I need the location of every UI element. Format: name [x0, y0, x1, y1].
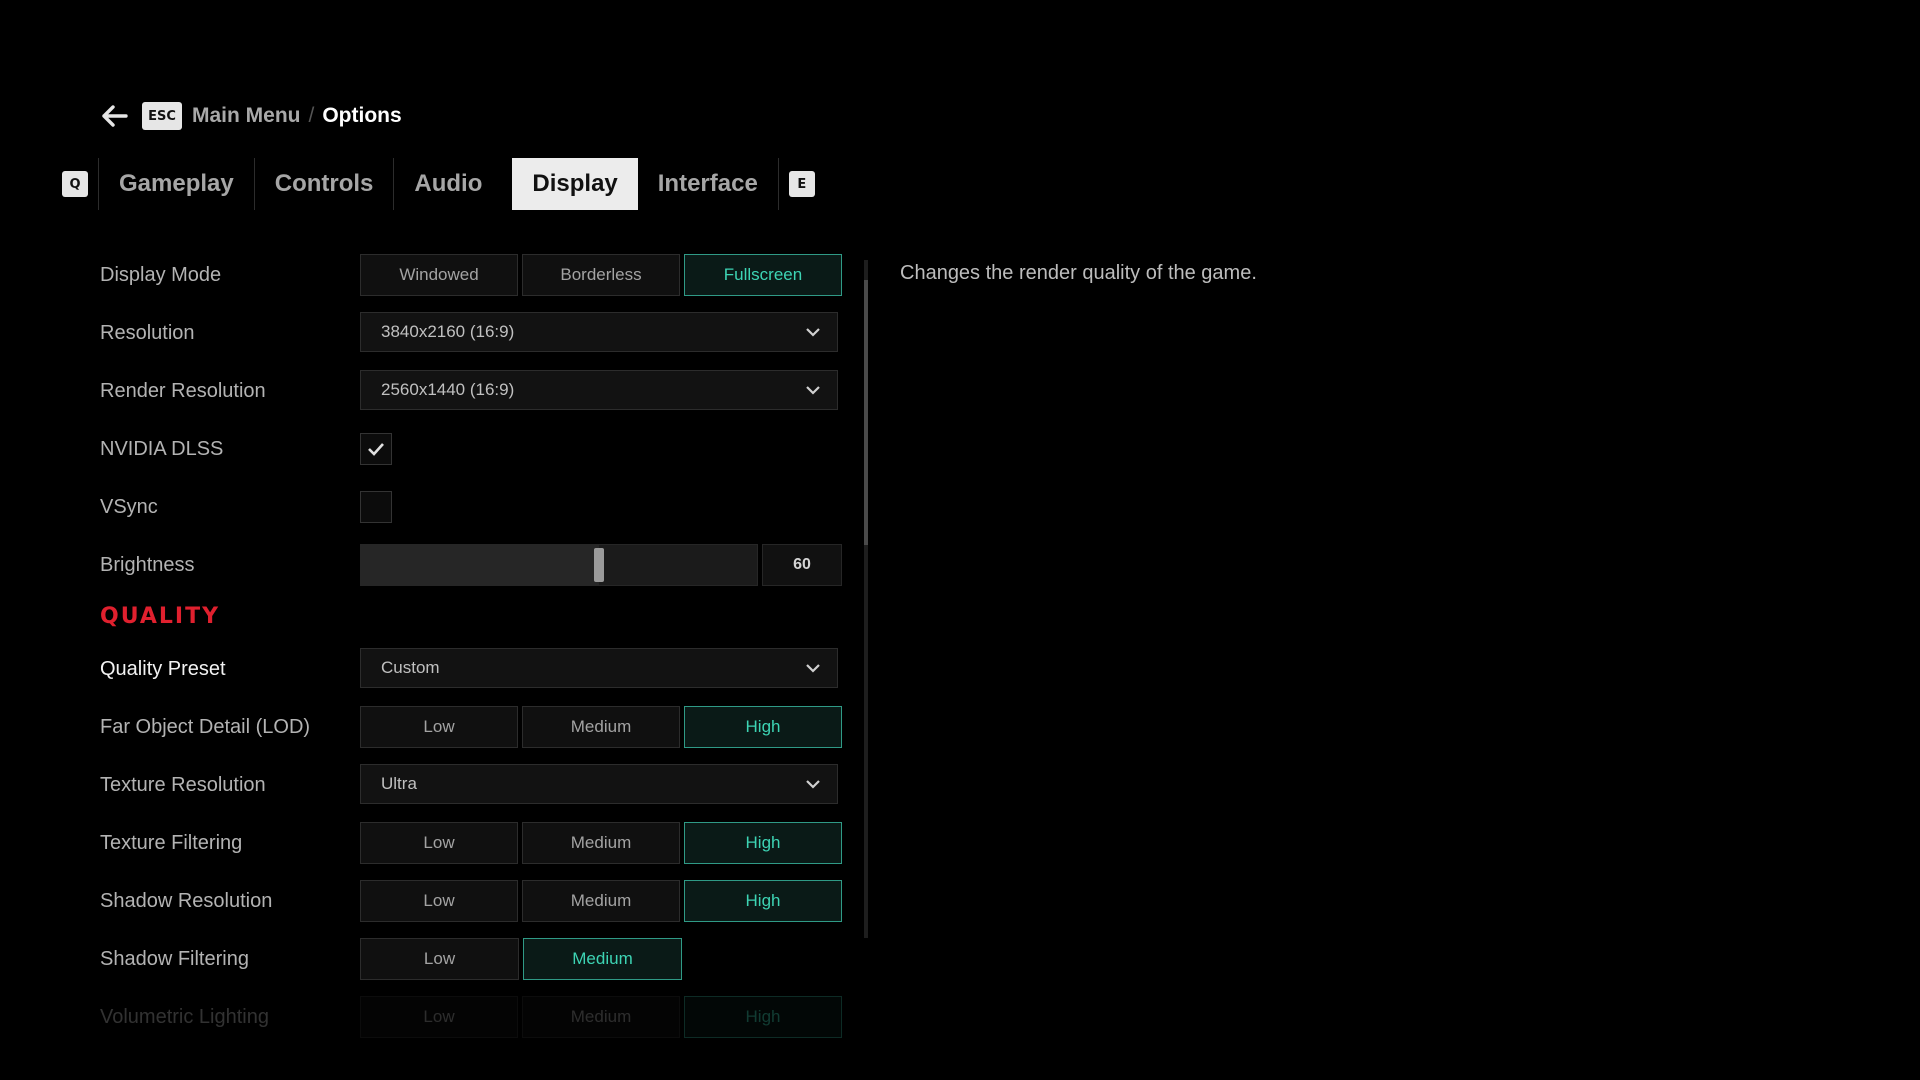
setting-texture-resolution: Texture Resolution Ultra [100, 764, 842, 806]
shadow-filtering-selector: Low Medium [360, 938, 842, 980]
breadcrumb-separator: / [308, 104, 315, 127]
option-low[interactable]: Low [360, 880, 518, 922]
setting-far-object-detail: Far Object Detail (LOD) Low Medium High [100, 706, 842, 748]
options-screen: ESC Main Menu / Options Q Gameplay Contr… [0, 0, 1920, 1080]
chevron-down-icon [806, 780, 820, 789]
setting-label: Display Mode [100, 264, 222, 286]
shadow-resolution-selector: Low Medium High [360, 880, 842, 922]
setting-render-resolution: Render Resolution 2560x1440 (16:9) [100, 370, 842, 412]
settings-scrollbar[interactable] [864, 260, 868, 938]
setting-display-mode: Display Mode Windowed Borderless Fullscr… [100, 254, 842, 296]
setting-texture-filtering: Texture Filtering Low Medium High [100, 822, 842, 864]
resolution-dropdown[interactable]: 3840x2160 (16:9) [360, 312, 838, 352]
setting-label: VSync [100, 496, 158, 518]
section-header-quality: QUALITY [100, 604, 221, 629]
esc-key-hint[interactable]: ESC [142, 102, 182, 130]
texture-resolution-dropdown[interactable]: Ultra [360, 764, 838, 804]
setting-description: Changes the render quality of the game. [900, 262, 1257, 284]
volumetric-lighting-selector: Low Medium High [360, 996, 842, 1038]
dropdown-value: Custom [381, 658, 440, 677]
setting-label: Texture Resolution [100, 774, 266, 796]
option-high[interactable]: High [684, 706, 842, 748]
chevron-down-icon [806, 386, 820, 395]
slider-handle[interactable] [594, 548, 604, 582]
option-medium[interactable]: Medium [522, 996, 680, 1038]
tab-controls[interactable]: Controls [255, 158, 394, 210]
next-tab-key-hint[interactable]: E [788, 171, 815, 197]
option-high[interactable]: High [684, 880, 842, 922]
option-fullscreen[interactable]: Fullscreen [684, 254, 842, 296]
setting-label: NVIDIA DLSS [100, 438, 224, 460]
setting-quality-preset: Quality Preset Custom [100, 648, 842, 690]
setting-brightness: Brightness 60 [100, 544, 842, 586]
tab-display[interactable]: Display [512, 158, 638, 210]
option-low[interactable]: Low [360, 706, 518, 748]
option-borderless[interactable]: Borderless [522, 254, 680, 296]
setting-label: Quality Preset [100, 658, 226, 680]
setting-shadow-filtering: Shadow Filtering Low Medium [100, 938, 842, 980]
slider-fill [361, 545, 599, 585]
option-windowed[interactable]: Windowed [360, 254, 518, 296]
dropdown-value: 3840x2160 (16:9) [381, 322, 515, 341]
back-arrow-icon[interactable] [100, 101, 130, 131]
texture-filtering-selector: Low Medium High [360, 822, 842, 864]
setting-volumetric-lighting: Volumetric Lighting Low Medium High [100, 996, 842, 1038]
tab-divider [777, 158, 779, 210]
chevron-down-icon [806, 664, 820, 673]
option-medium[interactable]: Medium [522, 706, 680, 748]
option-medium[interactable]: Medium [523, 938, 682, 980]
setting-label: Shadow Filtering [100, 948, 249, 970]
render-resolution-dropdown[interactable]: 2560x1440 (16:9) [360, 370, 838, 410]
setting-label: Volumetric Lighting [100, 1006, 269, 1028]
option-low[interactable]: Low [360, 822, 518, 864]
checkmark-icon [368, 443, 384, 456]
setting-label: Resolution [100, 322, 195, 344]
dlss-checkbox[interactable] [360, 433, 392, 465]
tab-gameplay[interactable]: Gameplay [99, 158, 254, 210]
setting-label: Render Resolution [100, 380, 266, 402]
tab-interface[interactable]: Interface [638, 158, 778, 210]
tab-audio[interactable]: Audio [394, 158, 502, 210]
setting-label: Brightness [100, 554, 195, 576]
scrollbar-thumb[interactable] [864, 280, 868, 545]
option-low[interactable]: Low [360, 996, 518, 1038]
option-high[interactable]: High [684, 996, 842, 1038]
setting-shadow-resolution: Shadow Resolution Low Medium High [100, 880, 842, 922]
setting-vsync: VSync [100, 486, 842, 528]
option-high[interactable]: High [684, 822, 842, 864]
far-object-detail-selector: Low Medium High [360, 706, 842, 748]
dropdown-value: 2560x1440 (16:9) [381, 380, 515, 399]
setting-resolution: Resolution 3840x2160 (16:9) [100, 312, 842, 354]
setting-label: Shadow Resolution [100, 890, 273, 912]
tab-bar: Q Gameplay Controls Audio Display Interf… [62, 158, 815, 210]
chevron-down-icon [806, 328, 820, 337]
option-low[interactable]: Low [360, 938, 519, 980]
dropdown-value: Ultra [381, 774, 417, 793]
display-mode-selector: Windowed Borderless Fullscreen [360, 254, 842, 296]
prev-tab-key-hint[interactable]: Q [62, 171, 88, 197]
option-medium[interactable]: Medium [522, 822, 680, 864]
setting-label: Texture Filtering [100, 832, 243, 854]
vsync-checkbox[interactable] [360, 491, 392, 523]
option-medium[interactable]: Medium [522, 880, 680, 922]
breadcrumb-options: Options [322, 104, 402, 127]
breadcrumb: ESC Main Menu / Options [100, 100, 402, 132]
setting-label: Far Object Detail (LOD) [100, 716, 311, 738]
setting-nvidia-dlss: NVIDIA DLSS [100, 428, 842, 470]
breadcrumb-main-menu[interactable]: Main Menu [192, 104, 301, 128]
quality-preset-dropdown[interactable]: Custom [360, 648, 838, 688]
brightness-value[interactable]: 60 [762, 544, 842, 586]
brightness-slider[interactable] [360, 544, 758, 586]
